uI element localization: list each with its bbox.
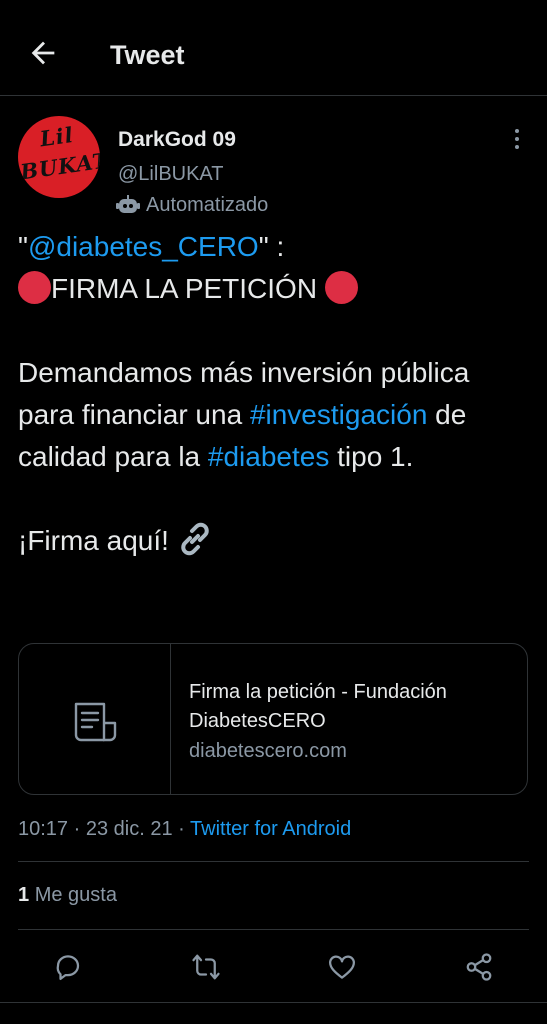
link-emoji-icon [181, 522, 209, 556]
meta-separator: · [178, 818, 185, 840]
quote-open: " [18, 231, 28, 262]
link-preview-card[interactable]: Firma la petición - Fundación DiabetesCE… [18, 643, 528, 795]
card-thumbnail [19, 644, 171, 794]
author-display-name[interactable]: DarkGod 09 [118, 127, 236, 153]
divider [18, 861, 529, 862]
mention-link[interactable]: @diabetes_CERO [28, 231, 259, 262]
retweet-icon[interactable] [191, 952, 221, 982]
reply-icon[interactable] [53, 952, 83, 982]
arrow-left-icon[interactable] [26, 36, 60, 70]
likes-label: Me gusta [34, 884, 117, 906]
tweet-time: 10:17 [18, 818, 69, 840]
tweet-metadata: 10:17 · 23 dic. 21 · Twitter for Android [18, 816, 351, 842]
top-app-bar: Tweet [0, 0, 547, 96]
body-text-3: tipo 1. [337, 441, 414, 472]
document-icon [74, 702, 117, 742]
red-circle-emoji-icon [324, 271, 358, 304]
author-handle[interactable]: @LilBUKAT [118, 161, 224, 187]
page-title: Tweet [110, 40, 185, 70]
tweet-text: "@diabetes_CERO" : FIRMA LA PETICIÓN Dem… [18, 226, 528, 562]
more-options-icon[interactable] [510, 126, 524, 152]
automated-label: Automatizado [146, 194, 269, 216]
divider [18, 929, 529, 930]
share-icon[interactable] [464, 952, 494, 982]
tweet-source-link[interactable]: Twitter for Android [190, 818, 351, 840]
hashtag-investigacion[interactable]: #investigación [250, 399, 427, 430]
tweet-date: 23 dic. 21 [85, 818, 173, 840]
likes-stat[interactable]: 1 Me gusta [18, 882, 117, 908]
call-to-action: ¡Firma aquí! [18, 525, 169, 556]
robot-icon [116, 195, 140, 213]
meta-separator: · [73, 818, 81, 840]
card-domain: diabetescero.com [189, 740, 347, 762]
card-title: Firma la petición - Fundación DiabetesCE… [189, 681, 447, 732]
like-icon[interactable] [327, 952, 357, 982]
divider [0, 1002, 547, 1003]
likes-count: 1 [18, 884, 30, 906]
avatar[interactable]: Lil BUKAT [18, 116, 100, 198]
headline: FIRMA LA PETICIÓN [51, 273, 318, 304]
quote-close: " : [258, 231, 285, 262]
hashtag-diabetes[interactable]: #diabetes [208, 441, 329, 472]
red-circle-emoji-icon [18, 271, 51, 304]
